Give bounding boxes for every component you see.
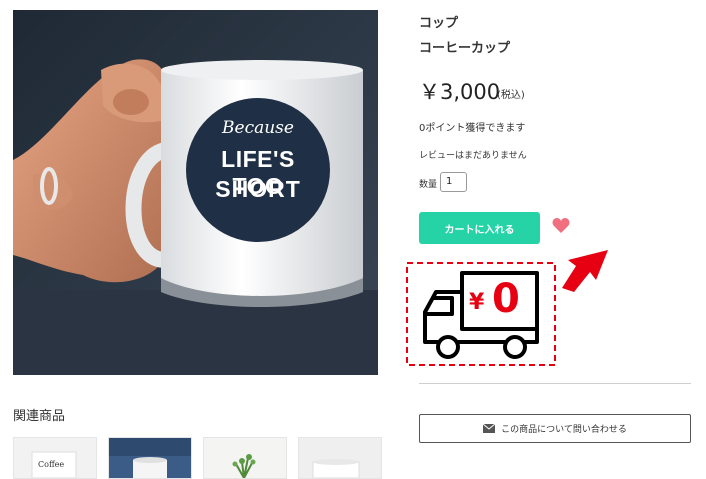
- shipping-amount: 0: [492, 276, 520, 322]
- quantity-input[interactable]: 1: [440, 172, 467, 192]
- add-to-cart-label: カートに入れる: [444, 224, 515, 236]
- related-product-thumb-1[interactable]: Coffee: [13, 437, 97, 479]
- free-shipping-badge: ¥ 0: [406, 262, 556, 366]
- related-product-thumb-3[interactable]: [203, 437, 287, 479]
- product-main-image: Because LIFE'S TOO SHORT: [13, 10, 378, 375]
- points-text: 0ポイント獲得できます: [419, 123, 526, 134]
- quantity-label: 数量: [419, 180, 438, 190]
- thumb1-text: Coffee: [38, 460, 65, 469]
- contact-label: この商品について問い合わせる: [501, 425, 627, 435]
- yen-symbol: ¥: [469, 290, 485, 315]
- mug-print-line1: Because: [222, 118, 294, 138]
- related-product-thumb-2[interactable]: [108, 437, 192, 479]
- envelope-icon: [483, 424, 496, 433]
- divider: [419, 383, 691, 384]
- product-category: コップ: [419, 16, 459, 31]
- add-to-cart-button[interactable]: カートに入れる: [419, 212, 540, 244]
- arrow-icon: [558, 248, 614, 292]
- heart-icon[interactable]: [552, 218, 570, 234]
- tax-note: (税込): [497, 90, 525, 101]
- product-price: ￥3,000: [419, 80, 501, 104]
- related-product-thumb-4[interactable]: [298, 437, 382, 479]
- mug-print-line3: SHORT: [215, 176, 301, 202]
- contact-button[interactable]: この商品について問い合わせる: [419, 414, 691, 443]
- review-status: レビューはまだありません: [419, 151, 527, 161]
- product-name: コーヒーカップ: [419, 41, 511, 56]
- related-products-title: 関連商品: [13, 409, 66, 424]
